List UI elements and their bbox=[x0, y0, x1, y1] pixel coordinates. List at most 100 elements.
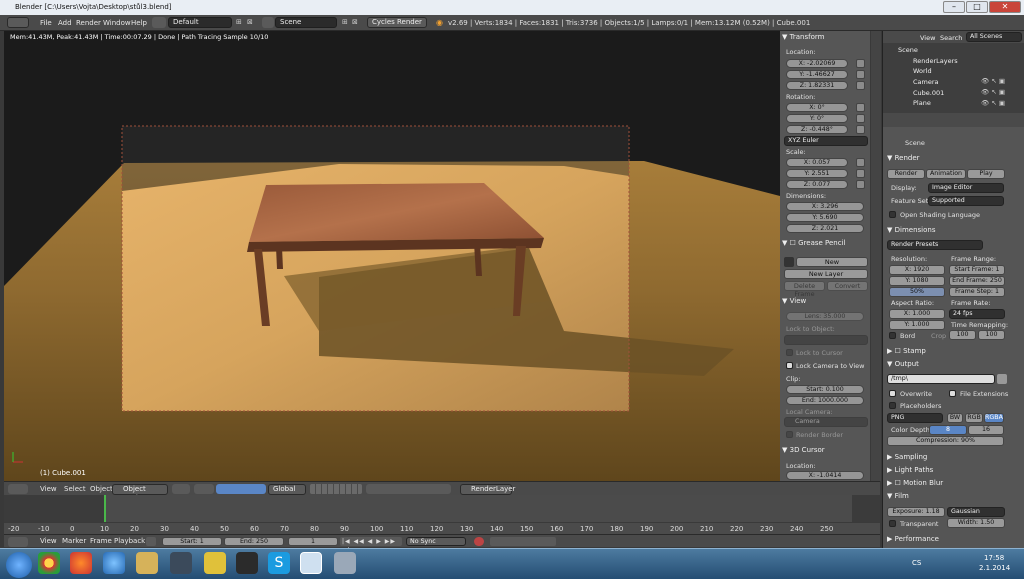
dimension-y-field[interactable]: Y: 5.690 bbox=[786, 213, 864, 222]
bw-button[interactable]: BW bbox=[947, 413, 963, 423]
feature-set-dropdown[interactable]: Supported bbox=[928, 196, 1004, 206]
exposure-field[interactable]: Exposure: 1.18 bbox=[887, 507, 945, 517]
remap-old-field[interactable]: 100 bbox=[949, 330, 976, 340]
cursor-x-field[interactable]: X: -1.0414 bbox=[786, 471, 864, 480]
lens-field[interactable]: Lens: 35.000 bbox=[786, 312, 864, 321]
outliner-item-camera[interactable]: Camera bbox=[913, 78, 939, 86]
explorer-icon[interactable] bbox=[136, 552, 158, 574]
scene-icon[interactable] bbox=[262, 17, 274, 28]
outliner-item-renderlayers[interactable]: RenderLayers bbox=[913, 57, 958, 65]
record-icon[interactable] bbox=[474, 537, 484, 546]
shading-icon[interactable] bbox=[172, 484, 190, 494]
render-button[interactable]: Render bbox=[887, 169, 925, 179]
render-panel-header[interactable]: ▼ Render bbox=[887, 154, 920, 162]
scene-field[interactable]: Scene bbox=[275, 17, 337, 28]
view-menu[interactable]: View bbox=[40, 485, 57, 493]
rotation-z-field[interactable]: Z: -0.448° bbox=[786, 125, 848, 134]
keying-set-field[interactable] bbox=[490, 537, 556, 546]
display-dropdown[interactable]: Image Editor bbox=[928, 183, 1004, 193]
playback-controls[interactable]: |◀ ◀◀ ◀ ▶ ▶▶ ▶| bbox=[340, 537, 402, 554]
manipulator-icons[interactable] bbox=[216, 484, 266, 494]
file-extensions-checkbox[interactable] bbox=[949, 390, 956, 397]
aspect-y-field[interactable]: Y: 1.000 bbox=[889, 320, 945, 330]
chrome-icon[interactable] bbox=[38, 552, 60, 574]
dimension-x-field[interactable]: X: 3.296 bbox=[786, 202, 864, 211]
resolution-x-field[interactable]: X: 1920 bbox=[889, 265, 945, 275]
scale-x-field[interactable]: X: 0.057 bbox=[786, 158, 848, 167]
remap-new-field[interactable]: 100 bbox=[978, 330, 1005, 340]
rotation-x-field[interactable]: X: 0° bbox=[786, 103, 848, 112]
marker-menu[interactable]: Marker bbox=[62, 537, 86, 545]
frame-menu[interactable]: Frame bbox=[90, 537, 112, 545]
grease-pencil-new-button[interactable]: New bbox=[796, 257, 868, 267]
editor-type-icon[interactable] bbox=[8, 537, 28, 547]
output-panel-header[interactable]: ▼ Output bbox=[887, 360, 919, 368]
start-frame-field[interactable]: Start: 1 bbox=[162, 537, 222, 546]
lock-to-cursor-checkbox[interactable] bbox=[786, 349, 793, 356]
vertical-scrollbar[interactable] bbox=[871, 31, 881, 481]
lock-icon[interactable] bbox=[856, 103, 865, 112]
menu-help[interactable]: Help bbox=[131, 19, 147, 27]
render-layer-field[interactable]: RenderLayer bbox=[460, 484, 515, 495]
local-camera-field[interactable]: Camera bbox=[784, 417, 868, 427]
current-frame-field[interactable]: 1 bbox=[288, 537, 338, 546]
orientation-dropdown[interactable]: Global bbox=[268, 484, 306, 495]
pivot-icon[interactable] bbox=[194, 484, 214, 494]
playback-menu[interactable]: Playback bbox=[114, 537, 145, 545]
visibility-eye-icon[interactable]: 👁 ↖ ▣ bbox=[981, 88, 1005, 96]
lock-icon[interactable] bbox=[856, 59, 865, 68]
outliner-item-plane[interactable]: Plane bbox=[913, 99, 931, 107]
outliner-search-menu[interactable]: Search bbox=[940, 34, 962, 42]
open-shading-checkbox[interactable] bbox=[889, 211, 896, 218]
render-engine-dropdown[interactable]: Cycles Render bbox=[367, 17, 427, 28]
frame-rate-dropdown[interactable]: 24 fps bbox=[949, 309, 1005, 319]
layer-buttons[interactable] bbox=[310, 484, 362, 494]
snap-tools[interactable] bbox=[366, 484, 451, 494]
layout-field[interactable]: Default bbox=[168, 17, 232, 28]
lock-icon[interactable] bbox=[856, 125, 865, 134]
transform-header[interactable]: ▼ Transform bbox=[782, 33, 824, 41]
add-scene-icon[interactable]: ⊞ bbox=[342, 18, 348, 26]
file-format-dropdown[interactable]: PNG bbox=[887, 413, 943, 423]
film-panel-header[interactable]: ▼ Film bbox=[887, 492, 909, 500]
placeholders-checkbox[interactable] bbox=[889, 402, 896, 409]
resolution-percent-slider[interactable]: 50% bbox=[889, 287, 945, 297]
depth-8-button[interactable]: 8 bbox=[929, 425, 967, 435]
location-x-field[interactable]: X: -2.02069 bbox=[786, 59, 848, 68]
media-player-icon[interactable] bbox=[103, 552, 125, 574]
compression-slider[interactable]: Compression: 90% bbox=[887, 436, 1004, 446]
clip-end-field[interactable]: End: 1000.000 bbox=[786, 396, 864, 405]
rgba-button[interactable]: RGBA bbox=[984, 413, 1004, 423]
filter-width-field[interactable]: Width: 1.50 bbox=[947, 518, 1005, 528]
border-checkbox[interactable] bbox=[889, 332, 896, 339]
outliner-item-cube[interactable]: Cube.001 bbox=[913, 89, 944, 97]
location-z-field[interactable]: Z: 1.82331 bbox=[786, 81, 848, 90]
render-border-checkbox[interactable] bbox=[786, 431, 793, 438]
language-indicator[interactable]: CS bbox=[912, 559, 921, 567]
visibility-eye-icon[interactable]: 👁 ↖ ▣ bbox=[981, 99, 1005, 107]
grease-pencil-header[interactable]: ▼ ☐ Grease Pencil bbox=[782, 239, 846, 247]
depth-16-button[interactable]: 16 bbox=[968, 425, 1004, 435]
convert-button[interactable]: Convert bbox=[827, 281, 868, 291]
menu-render[interactable]: Render bbox=[76, 19, 101, 27]
clip-start-field[interactable]: Start: 0.100 bbox=[786, 385, 864, 394]
lock-camera-checkbox[interactable] bbox=[786, 362, 793, 369]
lock-icon[interactable] bbox=[856, 81, 865, 90]
lock-object-field[interactable] bbox=[784, 335, 868, 345]
steam-icon[interactable] bbox=[236, 552, 258, 574]
firefox-icon[interactable] bbox=[70, 552, 92, 574]
mode-dropdown[interactable]: Object Mode bbox=[112, 484, 168, 502]
lock-icon[interactable] bbox=[856, 180, 865, 189]
menu-file[interactable]: File bbox=[40, 19, 52, 27]
close-button[interactable]: ✕ bbox=[989, 1, 1021, 13]
app-icon[interactable] bbox=[204, 552, 226, 574]
play-button[interactable]: Play bbox=[967, 169, 1005, 179]
dimension-z-field[interactable]: Z: 2.021 bbox=[786, 224, 864, 233]
view-header[interactable]: ▼ View bbox=[782, 297, 806, 305]
rgb-button[interactable]: RGB bbox=[965, 413, 983, 423]
preview-range-icon[interactable] bbox=[146, 537, 156, 546]
sampling-panel-header[interactable]: ▶ Sampling bbox=[887, 453, 927, 461]
object-menu[interactable]: Object bbox=[90, 485, 113, 493]
remove-layout-icon[interactable]: ⊠ bbox=[247, 18, 253, 26]
outliner-filter-dropdown[interactable]: All Scenes bbox=[966, 32, 1022, 42]
